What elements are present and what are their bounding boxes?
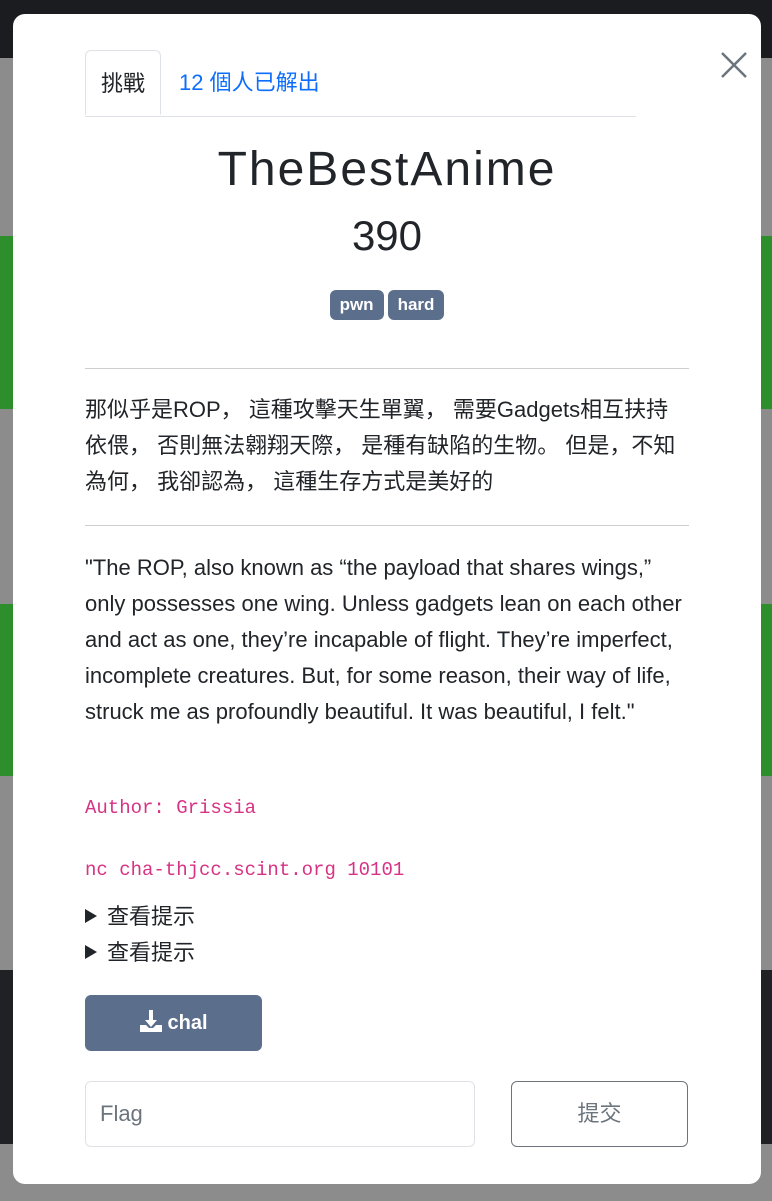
- hint-label: 查看提示: [107, 940, 196, 965]
- description-english: "The ROP, also known as “the payload tha…: [85, 555, 682, 724]
- download-file-label: chal: [167, 1012, 208, 1034]
- challenge-points: 390: [351, 212, 423, 259]
- triangle-right-icon: [85, 945, 97, 960]
- connection-command: nc cha-thjcc.scint.org 10101: [85, 859, 405, 881]
- submit-button[interactable]: 提交: [511, 1081, 688, 1147]
- hint-label: 查看提示: [107, 904, 196, 929]
- download-icon: [140, 1009, 163, 1032]
- tag-badge: pwn: [329, 290, 384, 320]
- hint-toggle[interactable]: 查看提示: [85, 902, 195, 932]
- flag-input[interactable]: [85, 1081, 475, 1147]
- divider: [85, 368, 689, 369]
- modal-tabs: 挑戰 12 個人已解出: [85, 50, 636, 117]
- divider: [85, 525, 689, 526]
- challenge-tags: pwn hard: [85, 290, 689, 320]
- author-line: Author: Grissia: [85, 797, 257, 819]
- tab-challenge[interactable]: 挑戰: [85, 50, 161, 115]
- description-chinese: 那似乎是ROP， 這種攻擊天生單翼， 需要Gadgets相互扶持依偎， 否則無法…: [85, 397, 676, 494]
- challenge-title: TheBestAnime: [217, 143, 557, 196]
- tab-solves[interactable]: 12 個人已解出: [179, 50, 320, 116]
- close-icon[interactable]: [719, 50, 749, 80]
- hint-toggle[interactable]: 查看提示: [85, 938, 195, 968]
- tag-badge: hard: [387, 290, 445, 320]
- download-file-button[interactable]: chal: [85, 995, 262, 1051]
- challenge-modal: 挑戰 12 個人已解出 TheBestAnime 390 pwn hard 那似…: [13, 14, 761, 1184]
- triangle-right-icon: [85, 909, 97, 924]
